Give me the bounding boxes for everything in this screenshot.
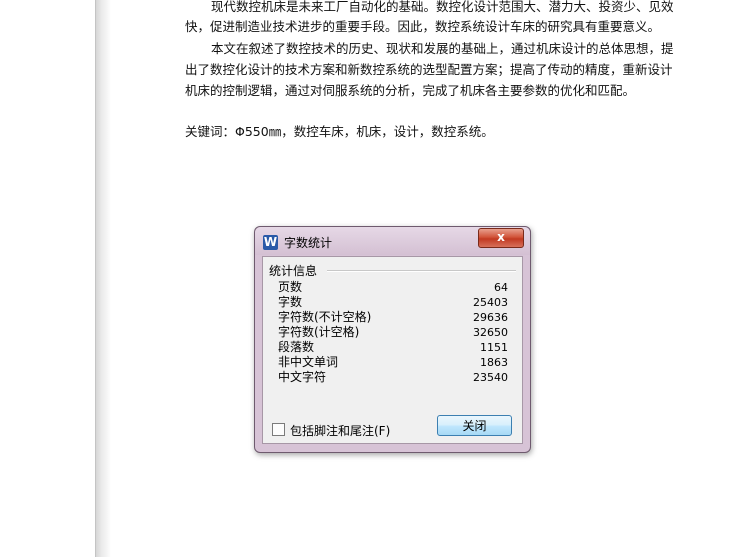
stat-value: 32650 — [473, 326, 508, 339]
workspace-background — [0, 0, 96, 557]
paragraph-text: 出了数控化设计的技术方案和新数控系统的选型配置方案；提高了传动的精度，重新设计 — [185, 62, 673, 77]
stat-label: 段落数 — [278, 340, 315, 354]
paragraph-text: 快，促进制造业技术进步的重要手段。因此，数控系统设计车床的研究具有重要意义。 — [185, 19, 661, 34]
word-count-dialog: W 字数统计 x 统计信息 页数 64 字数 25403 字符数(不计空格) 2… — [254, 226, 531, 453]
stat-value: 29636 — [473, 311, 508, 324]
stat-label: 字符数(计空格) — [278, 325, 360, 339]
close-icon[interactable]: x — [478, 228, 524, 248]
stat-value: 23540 — [473, 371, 508, 384]
paragraph-text: 现代数控机床是未来工厂自动化的基础。数控化设计范围大、潜力大、投资少、见效 — [211, 0, 674, 14]
stat-row-non-chinese-words: 非中文单词 1863 — [278, 355, 508, 370]
stat-row-chars-with-spaces: 字符数(计空格) 32650 — [278, 325, 508, 340]
include-footnotes-checkbox[interactable] — [272, 423, 285, 436]
stat-value: 1151 — [480, 341, 508, 354]
stat-row-pages: 页数 64 — [278, 280, 508, 295]
group-title: 统计信息 — [269, 262, 322, 279]
stat-row-words: 字数 25403 — [278, 295, 508, 310]
include-footnotes-label[interactable]: 包括脚注和尾注(F) — [290, 422, 390, 439]
stat-label: 字符数(不计空格) — [278, 310, 372, 324]
paragraph-text: 本文在叙述了数控技术的历史、现状和发展的基础上，通过机床设计的总体思想，提 — [211, 41, 674, 56]
stat-row-paragraphs: 段落数 1151 — [278, 340, 508, 355]
stat-value: 1863 — [480, 356, 508, 369]
close-button[interactable]: 关闭 — [437, 415, 512, 436]
stats-list: 页数 64 字数 25403 字符数(不计空格) 29636 字符数(计空格) … — [278, 280, 508, 385]
stat-label: 字数 — [278, 295, 303, 309]
dialog-titlebar[interactable]: W 字数统计 x — [255, 227, 530, 255]
stat-label: 中文字符 — [278, 370, 327, 384]
stat-label: 非中文单词 — [278, 355, 339, 369]
dialog-title: 字数统计 — [284, 236, 333, 250]
wps-writer-icon: W — [263, 235, 278, 250]
dialog-content: 统计信息 页数 64 字数 25403 字符数(不计空格) 29636 字符数(… — [262, 256, 523, 444]
group-divider — [327, 270, 516, 272]
paragraph-text: 机床的控制逻辑，通过对伺服系统的分析，完成了机床各主要参数的优化和匹配。 — [185, 83, 636, 98]
stat-row-chinese-chars: 中文字符 23540 — [278, 370, 508, 385]
stat-value: 64 — [494, 281, 508, 294]
stat-value: 25403 — [473, 296, 508, 309]
page-left-edge — [95, 0, 111, 557]
keywords-line: 关键词：Φ550㎜，数控车床，机床，设计，数控系统。 — [185, 124, 494, 139]
stat-row-chars-no-spaces: 字符数(不计空格) 29636 — [278, 310, 508, 325]
stat-label: 页数 — [278, 280, 303, 294]
